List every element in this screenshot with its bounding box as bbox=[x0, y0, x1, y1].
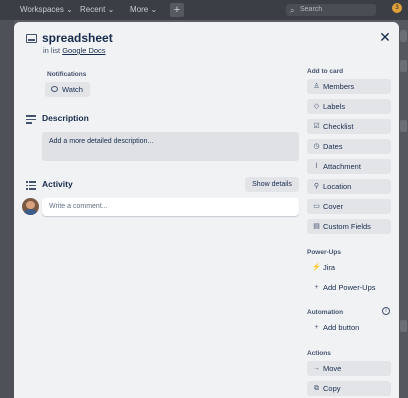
card-title[interactable]: spreadsheet bbox=[42, 31, 113, 45]
copy-label: Copy bbox=[323, 384, 341, 393]
watch-button-label: Watch bbox=[62, 85, 83, 94]
custom-fields-icon: ▤ bbox=[313, 223, 320, 230]
move-label: Move bbox=[323, 364, 342, 373]
tag-icon: ◇ bbox=[313, 103, 320, 110]
location-button[interactable]: ⚲ Location bbox=[307, 179, 391, 194]
notification-count-badge: 3 bbox=[392, 3, 402, 13]
background-board-left bbox=[0, 20, 14, 398]
description-title: Description bbox=[42, 113, 89, 123]
search-placeholder: Search bbox=[300, 6, 323, 13]
move-button[interactable]: → Move bbox=[307, 361, 391, 376]
background-board-right bbox=[399, 20, 408, 398]
jira-powerup-button[interactable]: ⚡ Jira bbox=[307, 260, 391, 275]
arrow-right-icon: → bbox=[313, 365, 320, 372]
notifications-label: Notifications bbox=[47, 71, 87, 78]
labels-button[interactable]: ◇ Labels bbox=[307, 99, 391, 114]
paperclip-icon: ⌇ bbox=[314, 163, 319, 170]
background-top-bar: Workspaces ⌄ Recent ⌄ More ⌄ + ⌕ Search … bbox=[0, 0, 408, 20]
attachment-label: Attachment bbox=[323, 162, 361, 171]
add-button-button[interactable]: + Add button bbox=[307, 320, 391, 335]
background-search: ⌕ Search bbox=[286, 4, 376, 16]
clock-icon: ◷ bbox=[313, 143, 320, 150]
search-icon: ⌕ bbox=[290, 6, 295, 15]
comment-input[interactable]: Write a comment... bbox=[42, 198, 299, 216]
watch-button[interactable]: Watch bbox=[45, 82, 90, 97]
plus-icon: + bbox=[314, 324, 319, 331]
powerups-label: Power-Ups bbox=[307, 249, 341, 256]
activity-title: Activity bbox=[42, 179, 73, 189]
card-list-info: in list Google Docs bbox=[43, 46, 106, 55]
background-card bbox=[400, 120, 407, 132]
members-button[interactable]: ♙ Members bbox=[307, 79, 391, 94]
info-icon[interactable]: i bbox=[382, 307, 390, 315]
card-icon bbox=[26, 34, 37, 43]
dates-label: Dates bbox=[323, 142, 343, 151]
jira-label: Jira bbox=[323, 263, 336, 272]
person-icon: ♙ bbox=[313, 83, 320, 90]
attachment-button[interactable]: ⌇ Attachment bbox=[307, 159, 391, 174]
automation-label: Automation bbox=[307, 309, 344, 316]
checklist-button[interactable]: ☑ Checklist bbox=[307, 119, 391, 134]
plus-icon: + bbox=[314, 284, 319, 291]
cover-button[interactable]: ▭ Cover bbox=[307, 199, 391, 214]
add-button-label: Add button bbox=[323, 323, 360, 332]
members-label: Members bbox=[323, 82, 355, 91]
cover-icon: ▭ bbox=[313, 203, 320, 210]
custom-fields-button[interactable]: ▤ Custom Fields bbox=[307, 219, 391, 234]
workspaces-menu: Workspaces ⌄ bbox=[20, 5, 73, 14]
create-button: + bbox=[170, 3, 184, 17]
description-icon bbox=[26, 115, 36, 126]
dates-button[interactable]: ◷ Dates bbox=[307, 139, 391, 154]
background-card bbox=[400, 30, 407, 42]
add-powerups-button[interactable]: + Add Power-Ups bbox=[307, 280, 391, 295]
location-pin-icon: ⚲ bbox=[313, 183, 320, 190]
actions-label: Actions bbox=[307, 350, 331, 357]
custom-fields-label: Custom Fields bbox=[323, 222, 371, 231]
labels-label: Labels bbox=[323, 102, 346, 111]
card-detail-modal: ✕ spreadsheet in list Google Docs Notifi… bbox=[14, 22, 399, 398]
jira-icon: ⚡ bbox=[312, 264, 321, 271]
recent-menu: Recent ⌄ bbox=[80, 5, 115, 14]
background-card bbox=[400, 60, 407, 72]
description-field[interactable]: Add a more detailed description... bbox=[42, 132, 299, 161]
checklist-icon: ☑ bbox=[313, 123, 320, 130]
copy-icon: ⧉ bbox=[314, 385, 319, 392]
list-name-link[interactable]: Google Docs bbox=[62, 46, 105, 55]
close-icon[interactable]: ✕ bbox=[377, 29, 393, 45]
in-list-prefix: in list bbox=[43, 46, 61, 55]
avatar bbox=[22, 198, 39, 215]
add-powerups-label: Add Power-Ups bbox=[323, 283, 376, 292]
background-card bbox=[400, 320, 407, 332]
more-menu: More ⌄ bbox=[130, 5, 158, 14]
checklist-label: Checklist bbox=[323, 122, 354, 131]
eye-icon bbox=[51, 86, 58, 92]
copy-button[interactable]: ⧉ Copy bbox=[307, 381, 391, 396]
activity-icon bbox=[26, 181, 36, 192]
add-to-card-label: Add to card bbox=[307, 68, 344, 75]
cover-label: Cover bbox=[323, 202, 344, 211]
show-details-button[interactable]: Show details bbox=[245, 177, 299, 192]
location-label: Location bbox=[323, 182, 352, 191]
